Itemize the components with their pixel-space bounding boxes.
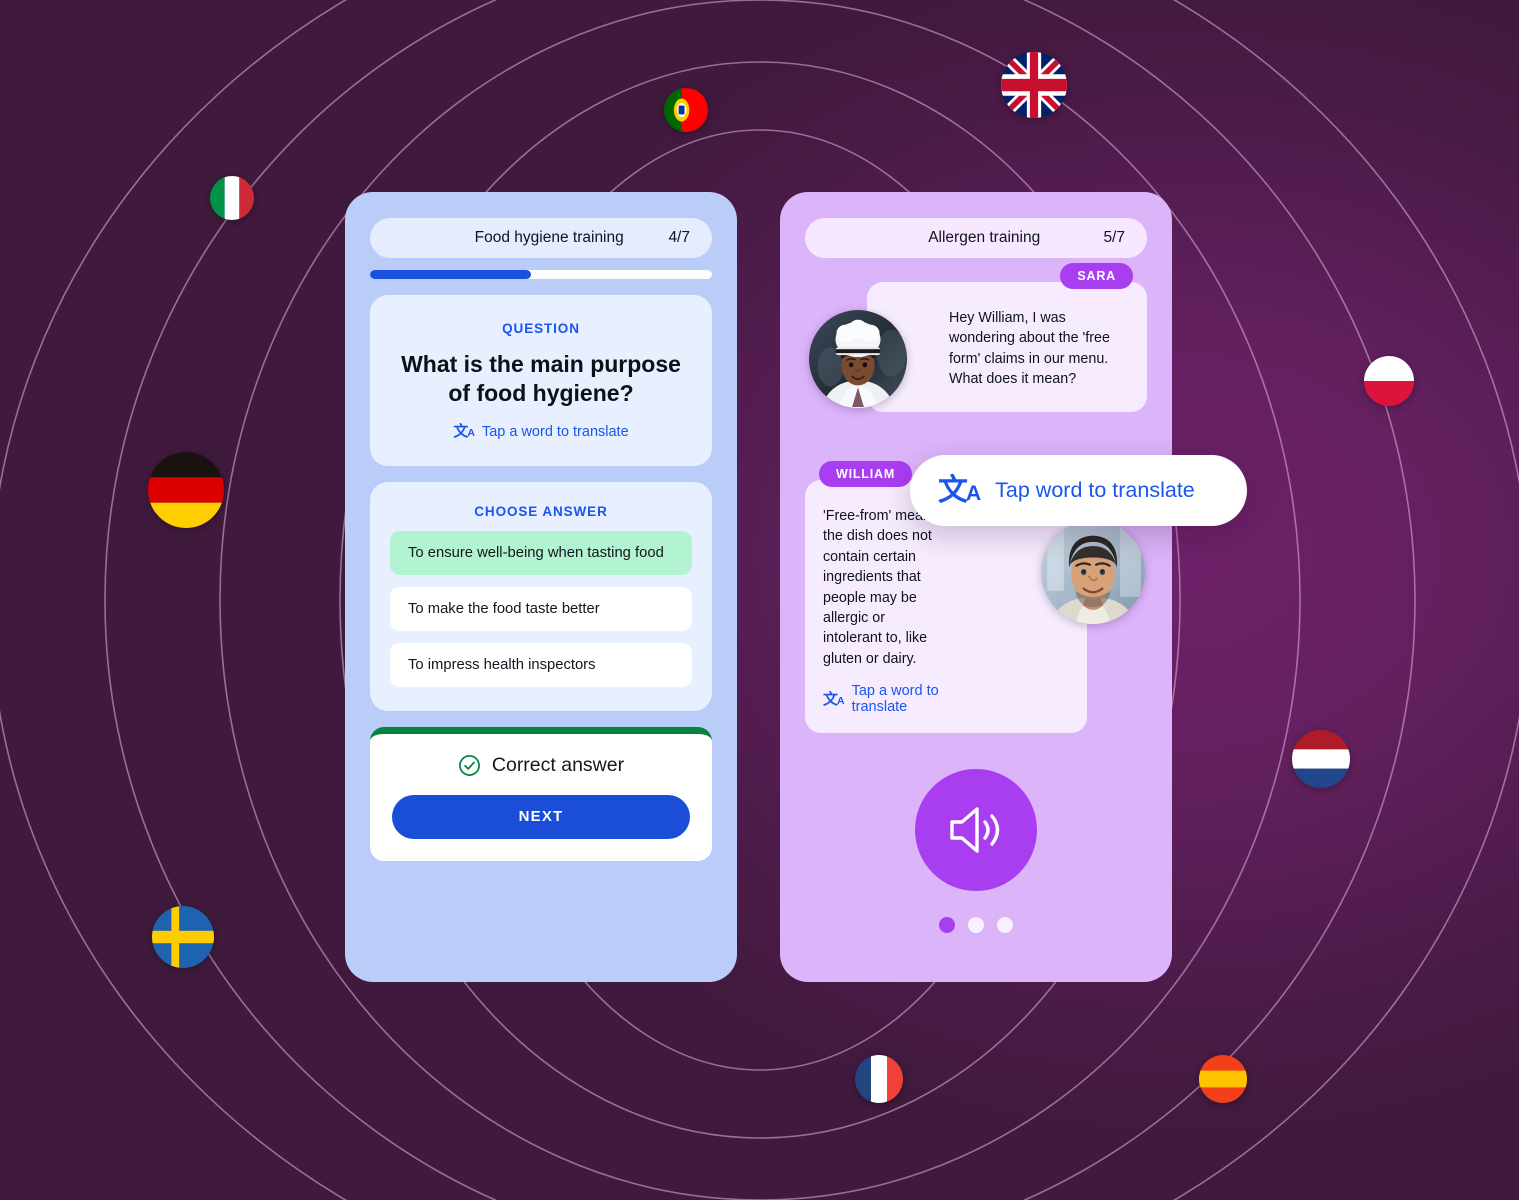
result-status-label: Correct answer bbox=[491, 753, 625, 776]
flag-sweden bbox=[152, 906, 214, 968]
answer-option-1[interactable]: To ensure well-being when tasting food bbox=[390, 530, 692, 575]
pagination-dot-1[interactable] bbox=[939, 917, 955, 934]
pagination-dots bbox=[805, 917, 1147, 934]
answer-option-2[interactable]: To make the food taste better bbox=[390, 586, 692, 631]
answer-option-3-label: To impress health inspectors bbox=[408, 656, 596, 673]
flag-poland bbox=[1364, 356, 1414, 406]
question-card: QUESTION What is the main purpose of foo… bbox=[370, 295, 712, 466]
question-translate-link[interactable]: 文A Tap a word to translate bbox=[390, 424, 692, 440]
result-card: Correct answer NEXT bbox=[370, 726, 712, 861]
floating-translate-button[interactable]: 文A Tap word to translate bbox=[910, 455, 1247, 526]
left-progress-fill bbox=[370, 270, 531, 279]
flag-spain bbox=[1199, 1055, 1247, 1103]
left-phone-card: Food hygiene training 4/7 QUESTION What … bbox=[345, 192, 737, 982]
audio-play-button[interactable] bbox=[915, 769, 1037, 892]
left-progress-bar bbox=[370, 270, 712, 279]
right-course-progress-count: 5/7 bbox=[1103, 229, 1125, 246]
william-message-text: 'Free-from' means the dish does not cont… bbox=[823, 507, 939, 667]
william-translate-label: Tap a word to translate bbox=[851, 683, 939, 716]
flag-portugal bbox=[664, 88, 708, 132]
next-button-label: NEXT bbox=[518, 808, 564, 825]
flag-france bbox=[855, 1055, 903, 1103]
pagination-dot-2[interactable] bbox=[968, 917, 984, 934]
speaker-volume-icon bbox=[950, 807, 1000, 853]
right-course-title: Allergen training bbox=[928, 229, 1041, 246]
question-text: What is the main purpose of food hygiene… bbox=[401, 351, 681, 406]
chat-message-sara: SARA Hey William, I was wondering about … bbox=[805, 263, 1147, 412]
avatar-man bbox=[1041, 519, 1145, 624]
flag-italy bbox=[210, 176, 254, 220]
question-translate-label: Tap a word to translate bbox=[481, 423, 629, 440]
check-circle-icon bbox=[458, 754, 480, 776]
translate-icon: 文A bbox=[823, 689, 845, 708]
flag-netherlands bbox=[1292, 730, 1350, 788]
avatar-chef-woman bbox=[809, 310, 907, 408]
left-course-header: Food hygiene training 4/7 bbox=[370, 218, 712, 258]
question-eyebrow: QUESTION bbox=[502, 321, 580, 336]
sara-message-text: Hey William, I was wondering about the '… bbox=[949, 310, 1110, 388]
translate-icon: 文A bbox=[938, 472, 982, 508]
answers-eyebrow: CHOOSE ANSWER bbox=[474, 503, 608, 519]
answer-option-2-label: To make the food taste better bbox=[408, 600, 600, 617]
result-status-row: Correct answer bbox=[392, 754, 690, 777]
sara-bubble: Hey William, I was wondering about the '… bbox=[867, 282, 1147, 412]
right-course-header: Allergen training 5/7 bbox=[805, 218, 1147, 258]
right-phone-card: Allergen training 5/7 SARA Hey William, … bbox=[780, 192, 1172, 982]
translate-icon: 文A bbox=[453, 422, 475, 440]
pagination-dot-3[interactable] bbox=[997, 917, 1013, 934]
flag-germany bbox=[148, 452, 224, 528]
left-course-progress-count: 4/7 bbox=[668, 229, 690, 246]
illustration-canvas: Food hygiene training 4/7 QUESTION What … bbox=[0, 0, 1519, 1200]
left-course-title: Food hygiene training bbox=[474, 229, 624, 246]
william-name-badge: WILLIAM bbox=[819, 460, 913, 487]
floating-translate-label: Tap word to translate bbox=[995, 478, 1195, 502]
answers-card: CHOOSE ANSWER To ensure well-being when … bbox=[370, 481, 712, 711]
flag-united-kingdom bbox=[1001, 52, 1067, 118]
answer-option-1-label: To ensure well-being when tasting food bbox=[408, 544, 664, 561]
william-translate-link[interactable]: 文A Tap a word to translate bbox=[823, 683, 947, 715]
answer-option-3[interactable]: To impress health inspectors bbox=[390, 642, 692, 687]
next-button[interactable]: NEXT bbox=[392, 794, 690, 839]
sara-name-badge: SARA bbox=[1060, 263, 1133, 289]
